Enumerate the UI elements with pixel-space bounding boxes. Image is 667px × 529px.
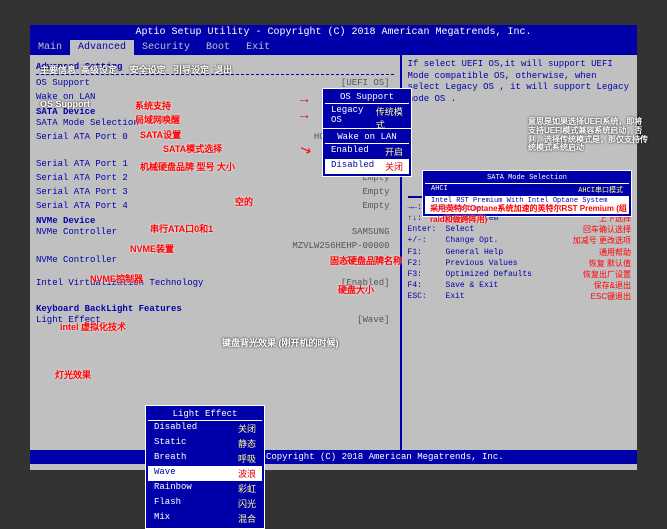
light-option[interactable]: Disabled关闭: [148, 421, 262, 436]
help-key-row: F1:General Help通用帮助: [408, 247, 631, 258]
light-option[interactable]: Wave波浪: [148, 466, 262, 481]
nvme-ctrl2a-row: MZVLW256HEHP-00000: [36, 240, 394, 254]
help-key-row: Enter:Select回车确认选择: [408, 224, 631, 235]
tab-exit[interactable]: Exit: [238, 40, 278, 55]
bios-footer: Version 2.20.1271. Copyright (C) 2018 Am…: [30, 450, 637, 464]
help-text: If select UEFI OS,it will support UEFI M…: [408, 59, 631, 106]
bios-title: Aptio Setup Utility - Copyright (C) 2018…: [30, 25, 637, 40]
help-key-row: +/-:Change Opt.加减号 更改选项: [408, 235, 631, 246]
tab-security[interactable]: Security: [134, 40, 198, 55]
light-option[interactable]: Breath呼吸: [148, 451, 262, 466]
help-key-row: F3:Optimized Defaults恢复出厂设置: [408, 269, 631, 280]
adv-heading: Advanced Setting: [36, 62, 394, 72]
light-option[interactable]: Mix混合: [148, 511, 262, 526]
popup-sata-mode[interactable]: SATA Mode Selection AHCIAHCI串口模式 Intel R…: [422, 170, 632, 217]
nvme-ctrl-row: NVMe ControllerSAMSUNG: [36, 226, 394, 240]
light-option[interactable]: Rainbow彩虹: [148, 481, 262, 496]
light-option[interactable]: Static静态: [148, 436, 262, 451]
help-key-row: ESC:ExitESC键退出: [408, 291, 631, 302]
nvme-ctrl2b-row: NVMe Controller(256.0GB): [36, 254, 394, 268]
popup-light-effect[interactable]: Light Effect Disabled关闭Static静态Breath呼吸W…: [145, 405, 265, 529]
popup-wol[interactable]: Wake on LAN Enabled开启 Disabled关闭: [322, 128, 412, 177]
tab-advanced[interactable]: Advanced: [70, 40, 134, 55]
help-key-row: F4:Save & Exit保存&退出: [408, 280, 631, 291]
tab-main[interactable]: Main: [30, 40, 70, 55]
light-option[interactable]: Flash闪光: [148, 496, 262, 511]
tab-boot[interactable]: Boot: [198, 40, 238, 55]
sata3-row: Serial ATA Port 3Empty: [36, 186, 394, 200]
sata4-row: Serial ATA Port 4Empty: [36, 200, 394, 214]
help-key-row: F2:Previous Values恢复 默认值: [408, 258, 631, 269]
kb-heading: Keyboard BackLight Features: [36, 304, 394, 314]
nvme-heading: NVMe Device: [36, 216, 394, 226]
intel-vt-row[interactable]: Intel Virtualization Technology[Enabled]: [36, 277, 394, 291]
help-pane: If select UEFI OS,it will support UEFI M…: [402, 55, 637, 450]
tab-bar: Main Advanced Security Boot Exit: [30, 40, 637, 55]
light-row[interactable]: Light Effect[Wave]: [36, 314, 394, 328]
